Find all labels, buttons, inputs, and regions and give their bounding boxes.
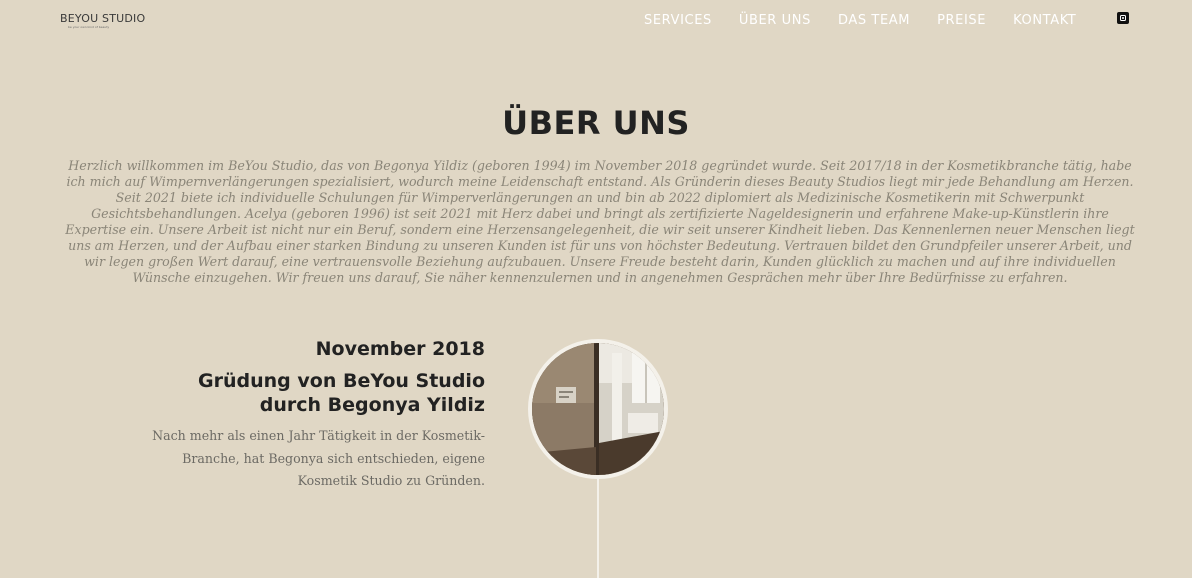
nav-item-kontakt[interactable]: KONTAKT [1013,12,1076,29]
main-nav: SERVICES ÜBER UNS DAS TEAM PREISE KONTAK… [644,12,1103,29]
studio-interior-photo [532,343,664,475]
site-header: BEYOU STUDIO be your own kind of beauty … [0,0,1192,42]
timeline-title: Grüdung von BeYou Studio durch Begonya Y… [198,370,485,416]
logo-text: BEYOU STUDIO [60,12,146,25]
timeline-description: Nach mehr als einen Jahr Tätigkeit in de… [152,428,485,488]
nav-item-das-team[interactable]: DAS TEAM [838,12,910,29]
nav-item-ueber-uns[interactable]: ÜBER UNS [739,12,811,29]
about-intro-text: Herzlich willkommen im BeYou Studio, das… [65,158,1135,285]
nav-item-preise[interactable]: PREISE [937,12,986,29]
logo[interactable]: BEYOU STUDIO be your own kind of beauty [60,12,145,29]
logo-tagline: be your own kind of beauty [68,25,110,29]
nav-item-services[interactable]: SERVICES [644,12,712,29]
page-title: ÜBER UNS [502,104,690,142]
timeline-line [597,470,599,578]
timeline-date: November 2018 [315,338,485,360]
timeline-image [528,339,668,479]
instagram-icon[interactable] [1117,12,1129,24]
